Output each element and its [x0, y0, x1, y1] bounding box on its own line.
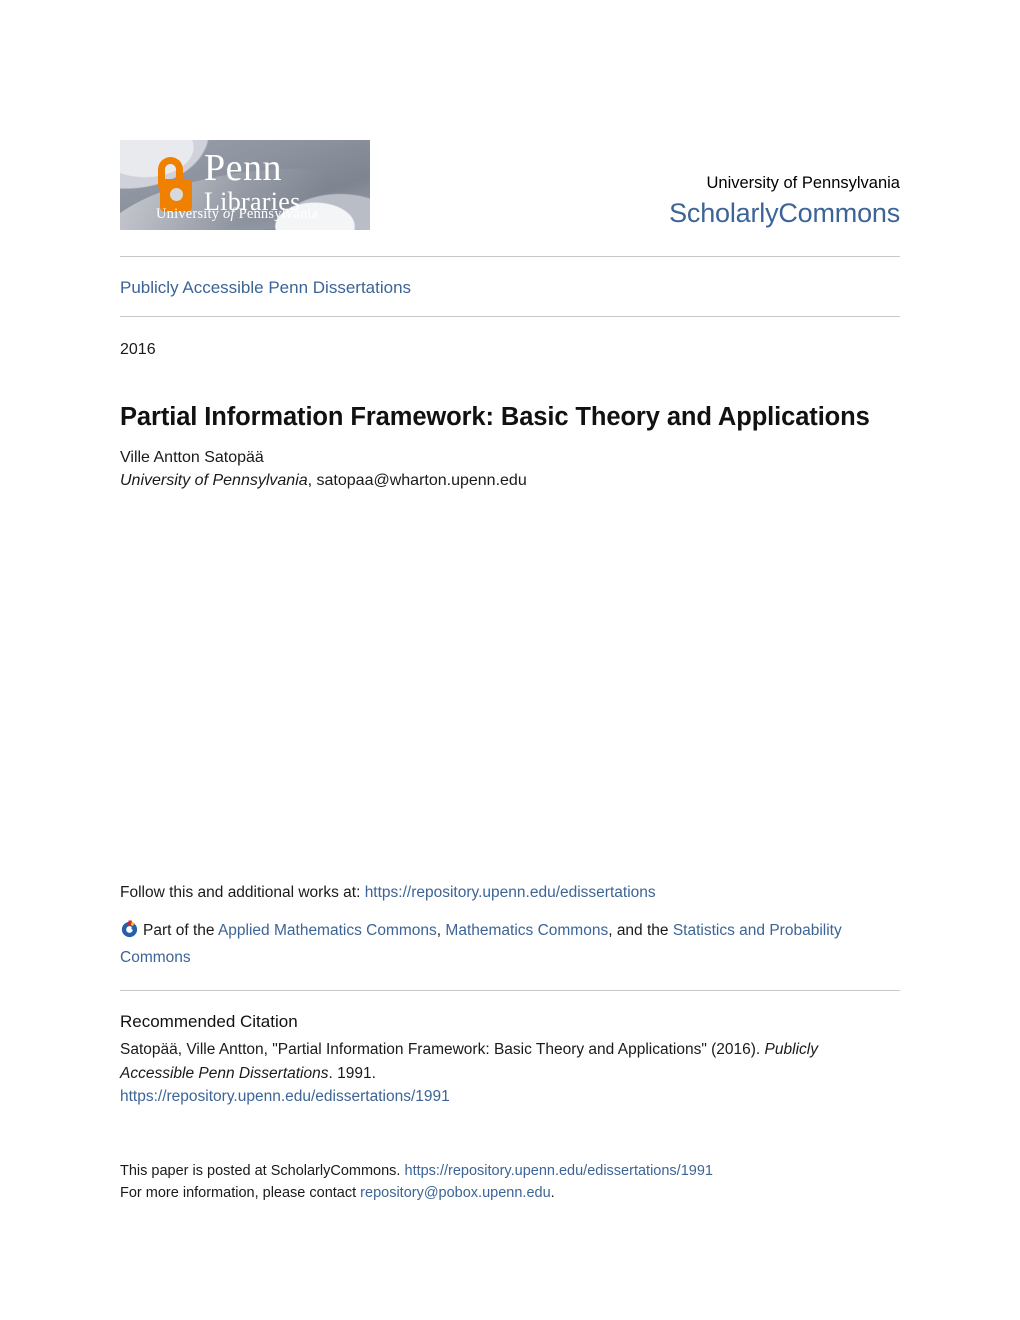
- repository-title[interactable]: ScholarlyCommons: [480, 197, 900, 231]
- repository-branding: University of Pennsylvania ScholarlyComm…: [480, 174, 900, 231]
- recommended-citation-heading: Recommended Citation: [120, 1012, 298, 1031]
- footer-contact-email-link[interactable]: repository@pobox.upenn.edu: [360, 1185, 550, 1201]
- citation-text-part2: . 1991.: [328, 1064, 376, 1082]
- divider-top: [120, 256, 900, 257]
- author-name: Ville Antton Satopää: [120, 449, 264, 466]
- divider-series: [120, 316, 900, 317]
- open-access-lock-icon: [154, 157, 194, 213]
- logo-university-line: University of Pennsylvania: [156, 206, 318, 223]
- series-link[interactable]: Publicly Accessible Penn Dissertations: [120, 278, 411, 298]
- footer-contact-line: For more information, please contact rep…: [120, 1182, 910, 1204]
- logo-pennsylvania-text: Pennsylvania: [238, 206, 319, 222]
- page-title: Partial Information Framework: Basic The…: [120, 403, 870, 432]
- commons-separator-2: , and the: [608, 922, 673, 939]
- commons-link-mathematics[interactable]: Mathematics Commons: [445, 922, 608, 939]
- page-footer: This paper is posted at ScholarlyCommons…: [120, 1160, 910, 1205]
- logo-penn-text: Penn: [204, 147, 282, 189]
- citation-url-link[interactable]: https://repository.upenn.edu/edissertati…: [120, 1088, 450, 1105]
- university-name: University of Pennsylvania: [706, 174, 900, 192]
- commons-link-applied-mathematics[interactable]: Applied Mathematics Commons: [218, 922, 437, 939]
- recommended-citation-body: Satopää, Ville Antton, "Partial Informat…: [120, 1038, 880, 1109]
- author-affiliation: University of Pennsylvania: [120, 472, 308, 490]
- footer-contact-suffix: .: [550, 1185, 555, 1202]
- digital-commons-network-icon: [120, 920, 139, 939]
- logo-university-text: University: [156, 206, 220, 222]
- author-affiliation-separator: ,: [307, 472, 317, 490]
- footer-paper-url-link[interactable]: https://repository.upenn.edu/edissertati…: [405, 1163, 713, 1179]
- citation-text-part1: Satopää, Ville Antton, "Partial Informat…: [120, 1041, 765, 1058]
- footer-posted-prefix: This paper is posted at ScholarlyCommons…: [120, 1163, 405, 1179]
- penn-libraries-logo: Penn Libraries University of Pennsylvani…: [120, 140, 370, 230]
- part-of-prefix: Part of the: [143, 922, 218, 939]
- publication-year: 2016: [120, 341, 156, 358]
- footer-contact-prefix: For more information, please contact: [120, 1185, 361, 1202]
- page-header: Penn Libraries University of Pennsylvani…: [120, 140, 900, 232]
- follow-prefix: Follow this and additional works at:: [120, 884, 365, 901]
- author-affiliation-line: University of Pennsylvania, satopaa@whar…: [120, 469, 900, 492]
- follow-works-line: Follow this and additional works at: htt…: [120, 885, 910, 901]
- logo-of-text: of: [219, 206, 239, 222]
- document-page: Penn Libraries University of Pennsylvani…: [0, 0, 1020, 1320]
- divider-citation: [120, 990, 900, 991]
- commons-disciplines-line: Part of the Applied Mathematics Commons,…: [120, 918, 910, 971]
- author-block: Ville Antton Satopää University of Penns…: [120, 446, 900, 492]
- author-email: satopaa@wharton.upenn.edu: [316, 472, 527, 490]
- follow-url-link[interactable]: https://repository.upenn.edu/edissertati…: [365, 884, 656, 901]
- footer-posted-line: This paper is posted at ScholarlyCommons…: [120, 1160, 910, 1182]
